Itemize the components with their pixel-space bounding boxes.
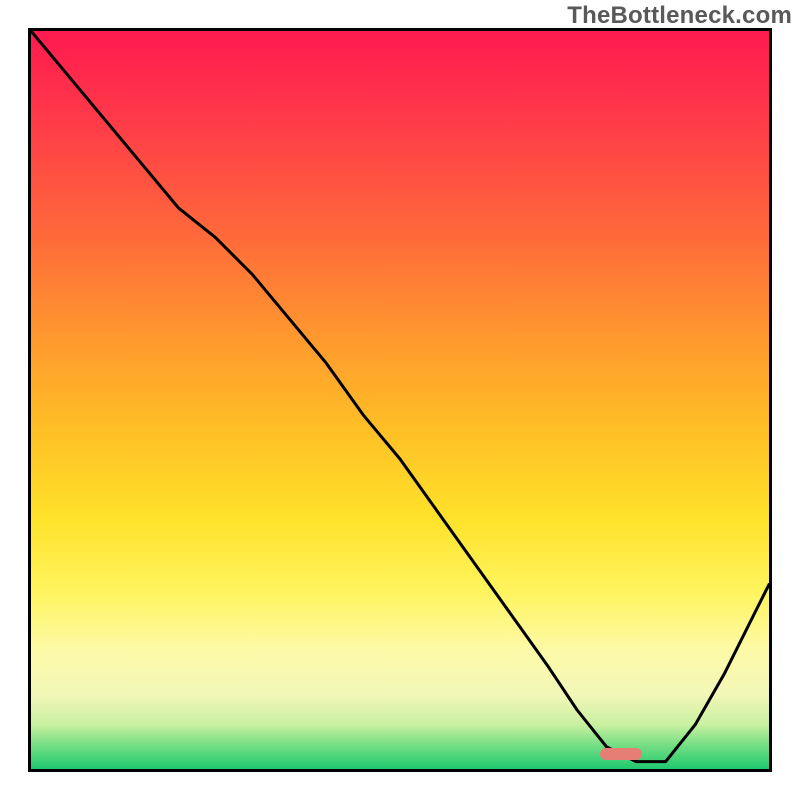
plot-area bbox=[28, 28, 772, 772]
watermark-text: TheBottleneck.com bbox=[567, 2, 792, 30]
bottleneck-curve bbox=[31, 31, 769, 769]
optimal-marker bbox=[600, 748, 642, 760]
chart-frame: TheBottleneck.com bbox=[0, 0, 800, 800]
